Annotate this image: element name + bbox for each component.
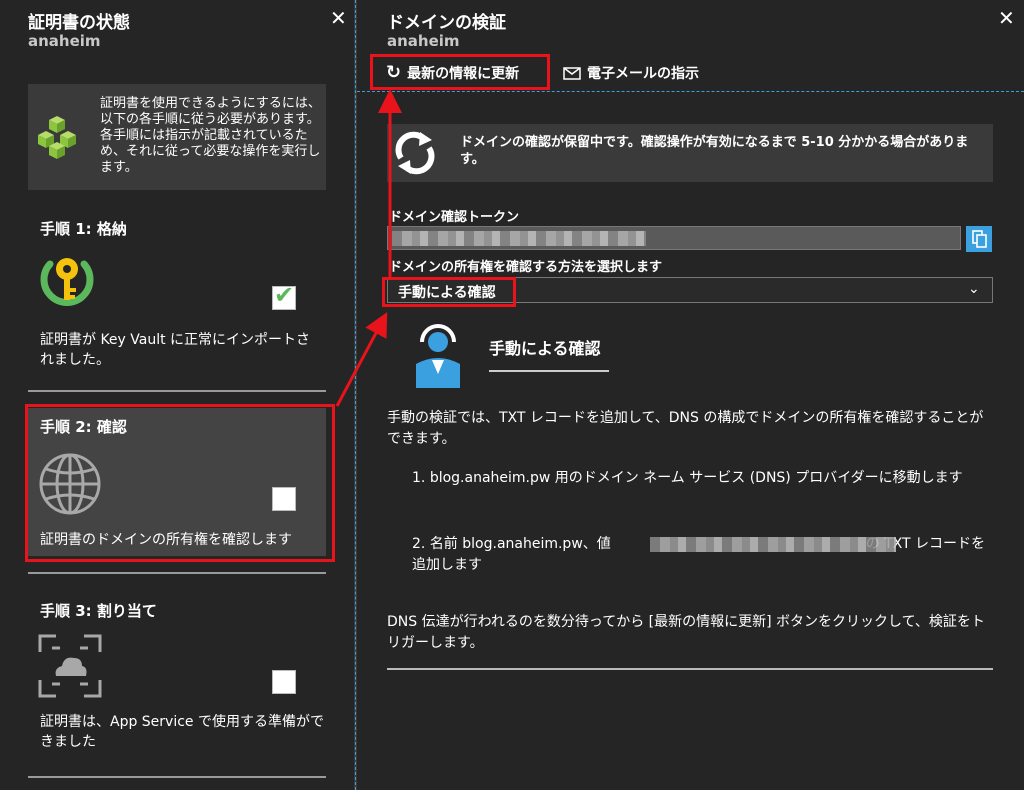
toolbar-divider <box>357 91 1024 92</box>
instruction-step-1: 1. blog.anaheim.pw 用のドメイン ネーム サービス (DNS)… <box>412 468 987 489</box>
chevron-down-icon: ⌄ <box>968 281 980 297</box>
left-blade-subtitle: anaheim <box>28 32 101 50</box>
step-divider <box>28 572 326 574</box>
refresh-label: 最新の情報に更新 <box>407 66 520 82</box>
copy-icon <box>972 230 987 248</box>
method-label: ドメインの所有権を確認する方法を選択します <box>389 260 663 275</box>
step-1-title: 手順 1: 格納 <box>40 220 127 238</box>
active-blade-border-left <box>355 0 356 790</box>
domain-verification-blade <box>357 0 1024 790</box>
verification-method-value: 手動による確認 <box>398 285 496 301</box>
step-divider <box>28 776 326 778</box>
token-label: ドメイン確認トークン <box>389 210 520 225</box>
step-2-title: 手順 2: 確認 <box>40 418 127 436</box>
heading-underline <box>489 370 609 372</box>
instruction-text: blog.anaheim.pw 用のドメイン ネーム サービス (DNS) プロ… <box>429 470 963 486</box>
refresh-button[interactable]: ↻ 最新の情報に更新 <box>386 63 519 83</box>
step-2-checkbox[interactable] <box>272 487 296 511</box>
copy-button[interactable] <box>966 226 992 252</box>
left-blade-close-button[interactable]: ✕ <box>330 8 347 28</box>
manual-intro-text: 手動の検証では、TXT レコードを追加して、DNS の構成でドメインの所有権を確… <box>387 410 984 447</box>
key-vault-icon <box>40 258 94 306</box>
instruction-number: 2. <box>412 536 426 552</box>
email-instructions-label: 電子メールの指示 <box>587 66 699 82</box>
manual-verify-person-icon <box>416 324 460 388</box>
cubes-icon <box>38 116 76 159</box>
footer-instructions: DNS 伝達が行われるのを数分待ってから [最新の情報に更新] ボタンをクリック… <box>387 614 985 651</box>
checkmark-icon: ✔ <box>274 281 295 309</box>
globe-icon <box>39 453 101 515</box>
manual-verification-heading: 手動による確認 <box>489 339 601 358</box>
right-blade-title: ドメインの検証 <box>387 13 506 33</box>
step-divider <box>28 390 326 392</box>
sync-icon <box>395 131 435 175</box>
step-3-description: 証明書は、App Service で使用する準備ができました <box>40 714 324 750</box>
envelope-icon <box>563 66 581 80</box>
left-blade-title: 証明書の状態 <box>28 13 130 33</box>
instruction-number: 1. <box>412 470 426 486</box>
refresh-icon: ↻ <box>386 62 402 83</box>
content-divider <box>387 668 993 670</box>
intro-text: 証明書を使用できるようにするには、以下の各手順に従う必要があります。各手順には指… <box>100 96 321 175</box>
step-1-description: 証明書が Key Vault に正常にインポートされました。 <box>40 332 311 368</box>
step-3-checkbox[interactable] <box>272 670 296 694</box>
right-blade-close-button[interactable]: ✕ <box>998 8 1015 28</box>
redacted-token <box>392 231 646 246</box>
cloud-assign-icon <box>38 634 102 698</box>
redacted-txt-value <box>650 537 896 552</box>
instruction-text-pre: 名前 blog.anaheim.pw、値 <box>429 536 611 552</box>
pending-message: ドメインの確認が保留中です。確認操作が有効になるまで 5-10 分かかる場合があ… <box>460 135 969 167</box>
step-3-title: 手順 3: 割り当て <box>40 602 157 620</box>
email-instructions-button[interactable]: 電子メールの指示 <box>563 63 699 83</box>
right-blade-subtitle: anaheim <box>387 32 460 50</box>
step-2-description: 証明書のドメインの所有権を確認します <box>40 532 292 548</box>
